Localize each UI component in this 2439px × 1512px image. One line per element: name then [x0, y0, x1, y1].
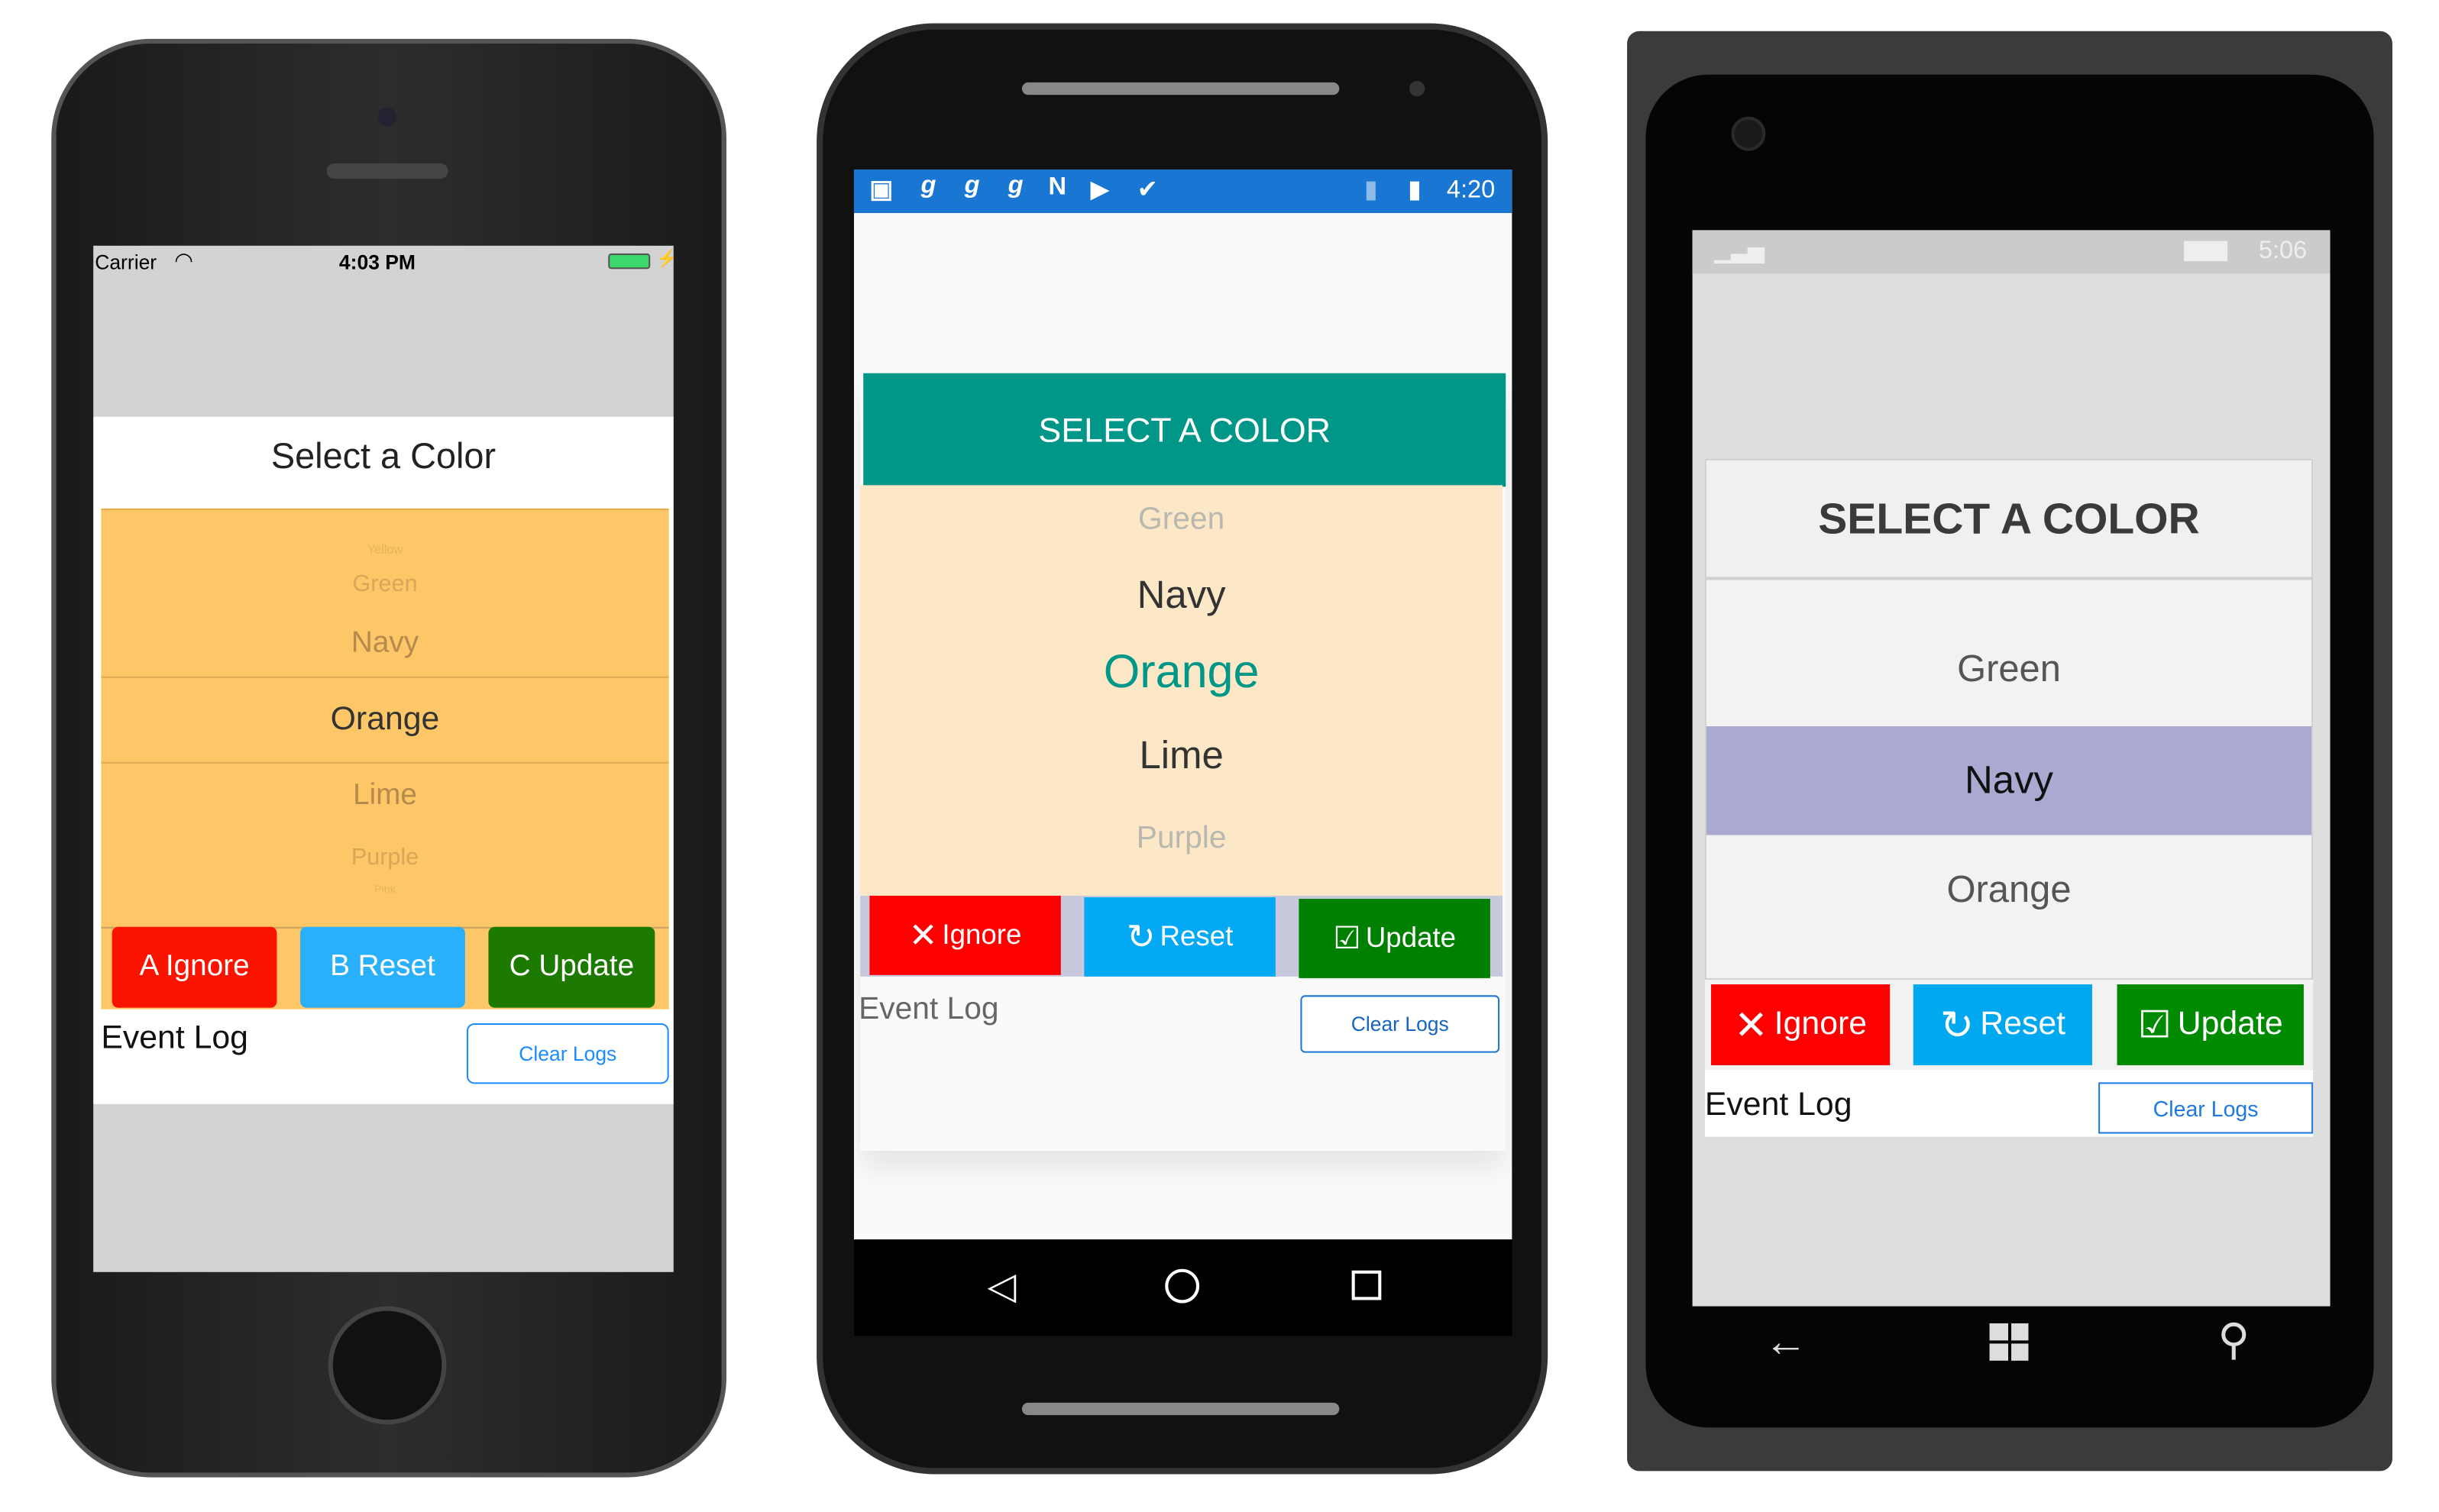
clear-logs-button[interactable]: Clear Logs [1300, 995, 1500, 1053]
ios-status-bar: Carrier ◠ 4:03 PM ⚡ [93, 246, 674, 277]
wifi-icon: ◠ [174, 247, 193, 273]
picker-item-selected[interactable]: Orange [101, 696, 668, 743]
status-time: 4:03 PM [338, 250, 416, 274]
refresh-icon: ↻ [1939, 1000, 1975, 1048]
dialog-title: Select a Color [270, 435, 497, 476]
back-icon[interactable]: ◁ [979, 1263, 1025, 1310]
signal-icon: ▁▃▅ [1714, 237, 1765, 263]
picker-item[interactable]: Green [101, 566, 668, 600]
android-speaker-top [1021, 82, 1340, 95]
picker-item[interactable]: Purple [101, 840, 668, 874]
update-label: Update [1365, 922, 1457, 954]
wp-camera [1731, 116, 1766, 151]
close-icon: ✕ [908, 915, 938, 955]
play-store-icon: ✔ [1137, 177, 1158, 204]
picker-item[interactable]: Orange [1706, 866, 2311, 916]
notification-icon: ▣ [869, 177, 894, 204]
event-log-label: Event Log [859, 992, 999, 1027]
checkbox-icon: ☑ [2137, 1003, 2172, 1046]
recents-icon[interactable] [1351, 1270, 1382, 1300]
battery-charging-icon: ▮ [1407, 177, 1422, 204]
windows-start-icon[interactable] [1989, 1323, 2029, 1361]
picker-item[interactable]: Lime [101, 776, 668, 816]
picker-item[interactable]: Purple [860, 816, 1503, 860]
battery-icon [2184, 241, 2228, 262]
picker-item[interactable]: Green [1706, 645, 2311, 695]
youtube-icon: ▶ [1090, 177, 1110, 204]
status-time: 5:06 [2258, 237, 2308, 265]
color-picker[interactable]: Yellow Green Navy Orange Lime Purple Pin… [101, 508, 669, 927]
picker-item[interactable]: Lime [860, 731, 1503, 780]
event-log-label: Event Log [1704, 1087, 1852, 1123]
iphone-camera [377, 107, 397, 126]
ignore-button[interactable]: ✕ Ignore [1711, 984, 1891, 1065]
reset-label: Reset [1980, 1006, 2065, 1042]
ignore-label: Ignore [1774, 1006, 1868, 1042]
clear-logs-button[interactable]: Clear Logs [466, 1023, 669, 1084]
carrier-label: Carrier [95, 250, 157, 274]
reset-button[interactable]: ↻ Reset [1084, 897, 1276, 977]
windows-screen: ▁▃▅ 5:06 SELECT A COLOR Green Navy Orang… [1692, 230, 2331, 1307]
charging-icon: ⚡ [656, 249, 673, 269]
reset-label: Reset [1160, 920, 1234, 952]
ignore-button[interactable]: A Ignore [112, 926, 277, 1008]
selection-line [101, 676, 669, 678]
picker-item[interactable]: Green [860, 498, 1503, 541]
g-icon: g [920, 173, 936, 199]
ignore-label: Ignore [942, 919, 1022, 951]
n-icon: N [1048, 174, 1067, 201]
android-nav-bar: ◁ [853, 1239, 1512, 1336]
iphone-speaker [326, 163, 448, 179]
picker-item[interactable]: Navy [860, 570, 1503, 620]
ignore-button[interactable]: ✕ Ignore [869, 895, 1061, 975]
selection-line [101, 761, 669, 764]
clear-logs-button[interactable]: Clear Logs [2098, 1082, 2314, 1134]
update-button[interactable]: ☑ Update [1299, 899, 1490, 978]
search-icon[interactable]: ⚲ [2206, 1311, 2262, 1367]
update-button[interactable]: ☑ Update [2117, 984, 2304, 1065]
picker-item[interactable]: Yellow [101, 538, 668, 561]
reset-button[interactable]: B Reset [300, 926, 465, 1008]
refresh-icon: ↻ [1126, 916, 1156, 956]
event-log-label: Event Log [101, 1019, 248, 1056]
g-icon: g [964, 173, 980, 199]
dialog-title: SELECT A COLOR [1704, 458, 2314, 579]
android-speaker-bottom [1021, 1402, 1340, 1416]
picker-item[interactable]: Pink [101, 880, 668, 899]
picker-item-selected[interactable]: Navy [1706, 725, 2312, 835]
back-arrow-icon[interactable]: ← [1758, 1314, 1813, 1370]
no-sim-icon: ▮ [1363, 177, 1378, 204]
ios-dialog: Select a Color Yellow Green Navy Orange … [93, 416, 674, 1104]
android-camera [1409, 80, 1425, 97]
update-label: Update [2177, 1006, 2283, 1042]
battery-icon [608, 253, 651, 270]
dialog-title: SELECT A COLOR [863, 373, 1506, 487]
android-screen: ▣ g g g N ▶ ✔ ▮ ▮ 4:20 SELECT A COLOR Gr… [853, 169, 1512, 1240]
reset-button[interactable]: ↻ Reset [1913, 984, 2092, 1065]
g-icon: g [1008, 173, 1024, 199]
home-button[interactable] [328, 1306, 447, 1425]
picker-item-selected[interactable]: Orange [860, 645, 1503, 701]
close-icon: ✕ [1734, 1000, 1768, 1048]
android-status-bar: ▣ g g g N ▶ ✔ ▮ ▮ 4:20 [853, 169, 1512, 213]
status-time: 4:20 [1446, 177, 1496, 204]
color-picker[interactable]: Green Navy Orange [1704, 578, 2314, 980]
checkbox-icon: ☑ [1333, 922, 1361, 957]
wp-status-bar: ▁▃▅ 5:06 [1692, 230, 2331, 274]
color-picker[interactable]: Green Navy Orange Lime Purple [860, 485, 1503, 896]
picker-item[interactable]: Navy [101, 624, 668, 664]
update-button[interactable]: C Update [488, 926, 655, 1008]
ios-screen: Carrier ◠ 4:03 PM ⚡ Select a Color Yello… [93, 245, 674, 1272]
home-icon[interactable] [1165, 1268, 1200, 1304]
